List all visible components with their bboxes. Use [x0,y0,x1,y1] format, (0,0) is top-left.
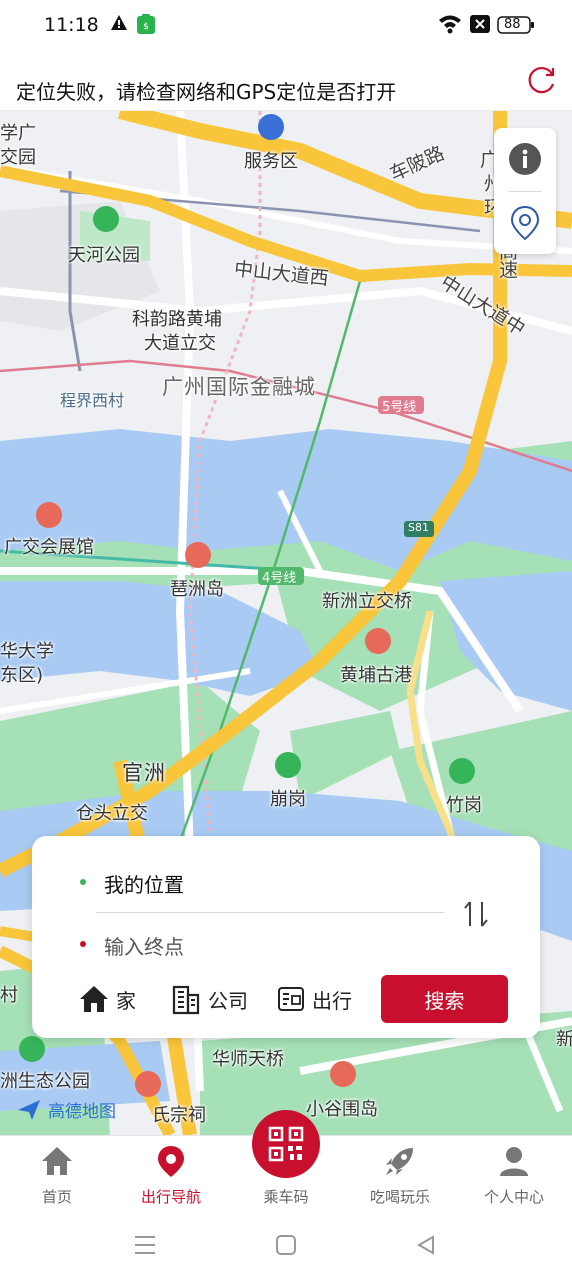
destination-dot [80,941,86,947]
map-label-zhugang: 竹岗 [446,795,482,816]
no-sim-icon [469,14,491,38]
svg-text:$: $ [143,22,149,32]
map-tools-panel [494,128,556,254]
tab-food-fun[interactable]: 吃喝玩乐 [343,1136,457,1216]
map-label-cun: 村 [0,985,18,1006]
map-label-huashi-bridge: 华师天桥 [212,1049,284,1070]
route-search-card: 我的位置 输入终点 家 公司 出行 搜索 [32,836,540,1038]
map-label-pazhou: 琶洲岛 [170,579,224,600]
origin-dot [80,879,86,885]
swap-icon[interactable] [460,898,492,934]
tab-profile[interactable]: 个人中心 [457,1136,571,1216]
warning-icon [110,14,128,36]
home-nav-icon[interactable] [276,1235,296,1259]
map-label-xinzhou-bridge: 新洲立交桥 [322,591,412,612]
map-label-keyun-a: 科韵路黄埔 [132,309,222,330]
tab-navigation[interactable]: 出行导航 [114,1136,228,1216]
map-label-cangtou: 仓头立交 [76,803,148,824]
status-time: 11:18 [44,14,99,36]
origin-field[interactable]: 我的位置 [104,869,184,898]
map-label-tianhe-park: 天河公园 [68,245,140,266]
info-icon [509,143,541,175]
map-label-univ-b: 东区) [0,665,44,686]
map-label-huangpu-port: 黄埔古港 [340,665,412,686]
company-shortcut[interactable]: 公司 [170,981,248,1017]
home-shortcut-label: 家 [116,988,136,1013]
refresh-icon[interactable] [526,64,558,96]
tab-home-label: 首页 [41,1188,72,1206]
map-label-ifc: 广州国际金融城 [162,375,316,399]
app-notification-icon: $ [137,14,155,38]
menu-nav-icon[interactable] [134,1235,156,1259]
travel-shortcut[interactable]: 出行 [276,981,352,1017]
company-shortcut-label: 公司 [208,988,248,1013]
amap-arrow-icon [18,1099,40,1120]
map-label-keyun-b: 大道立交 [144,333,216,354]
destination-field[interactable]: 输入终点 [104,931,184,960]
status-bar: 11:18 $ 88 [0,0,572,52]
qr-code-icon [268,1126,304,1162]
map-label-ancestral: 氏宗祠 [152,1105,206,1126]
user-icon [497,1144,531,1182]
tab-food-fun-label: 吃喝玩乐 [369,1188,430,1206]
info-button[interactable] [494,128,556,190]
battery-level: 88 [504,17,521,32]
map-label-univ-a: 华大学 [0,641,54,662]
amap-logo: 高德地图 [16,1097,116,1122]
amap-logo-text: 高德地图 [48,1102,116,1122]
back-nav-icon[interactable] [416,1235,436,1259]
map-label-line4: 4号线 [262,571,297,586]
map-label-school-b: 交园 [0,147,36,168]
tab-navigation-label: 出行导航 [140,1188,201,1206]
wifi-icon [438,14,462,38]
tab-home[interactable]: 首页 [0,1136,114,1216]
map-label-s81: S81 [408,521,429,534]
location-error-text: 定位失败，请检查网络和GPS定位是否打开 [16,80,397,104]
tab-profile-label: 个人中心 [483,1188,544,1206]
map-label-eco-park: 洲生态公园 [0,1071,90,1092]
system-nav-bar [0,1215,572,1280]
locate-icon [510,205,540,241]
map-label-guanzhou: 官洲 [122,761,166,785]
location-error-banner: 定位失败，请检查网络和GPS定位是否打开 [0,52,572,111]
search-button[interactable]: 搜索 [381,975,508,1023]
map-label-expo: 广交会展馆 [4,537,94,558]
map-label-xinjiao: 新 [556,1029,572,1050]
map-label-school-a: 学广 [0,123,36,144]
travel-card-icon [278,987,304,1011]
home-icon [40,1144,74,1182]
map-label-line5: 5号线 [382,400,417,415]
location-pin-icon [156,1144,186,1182]
building-icon [172,985,200,1015]
locate-button[interactable] [494,192,556,254]
rocket-icon [383,1144,417,1182]
home-shortcut-icon [80,986,108,1012]
home-shortcut[interactable]: 家 [78,981,136,1017]
map-label-benggang: 崩岗 [270,789,306,810]
map-label-service-area: 服务区 [244,151,298,172]
travel-shortcut-label: 出行 [312,988,352,1013]
tab-ride-code-label: 乘车码 [263,1188,309,1206]
field-divider [96,912,444,913]
map-label-xiaoguwei: 小谷围岛 [306,1099,378,1120]
qr-code-button[interactable] [252,1110,320,1178]
map-label-chengjie: 程界西村 [60,391,125,410]
